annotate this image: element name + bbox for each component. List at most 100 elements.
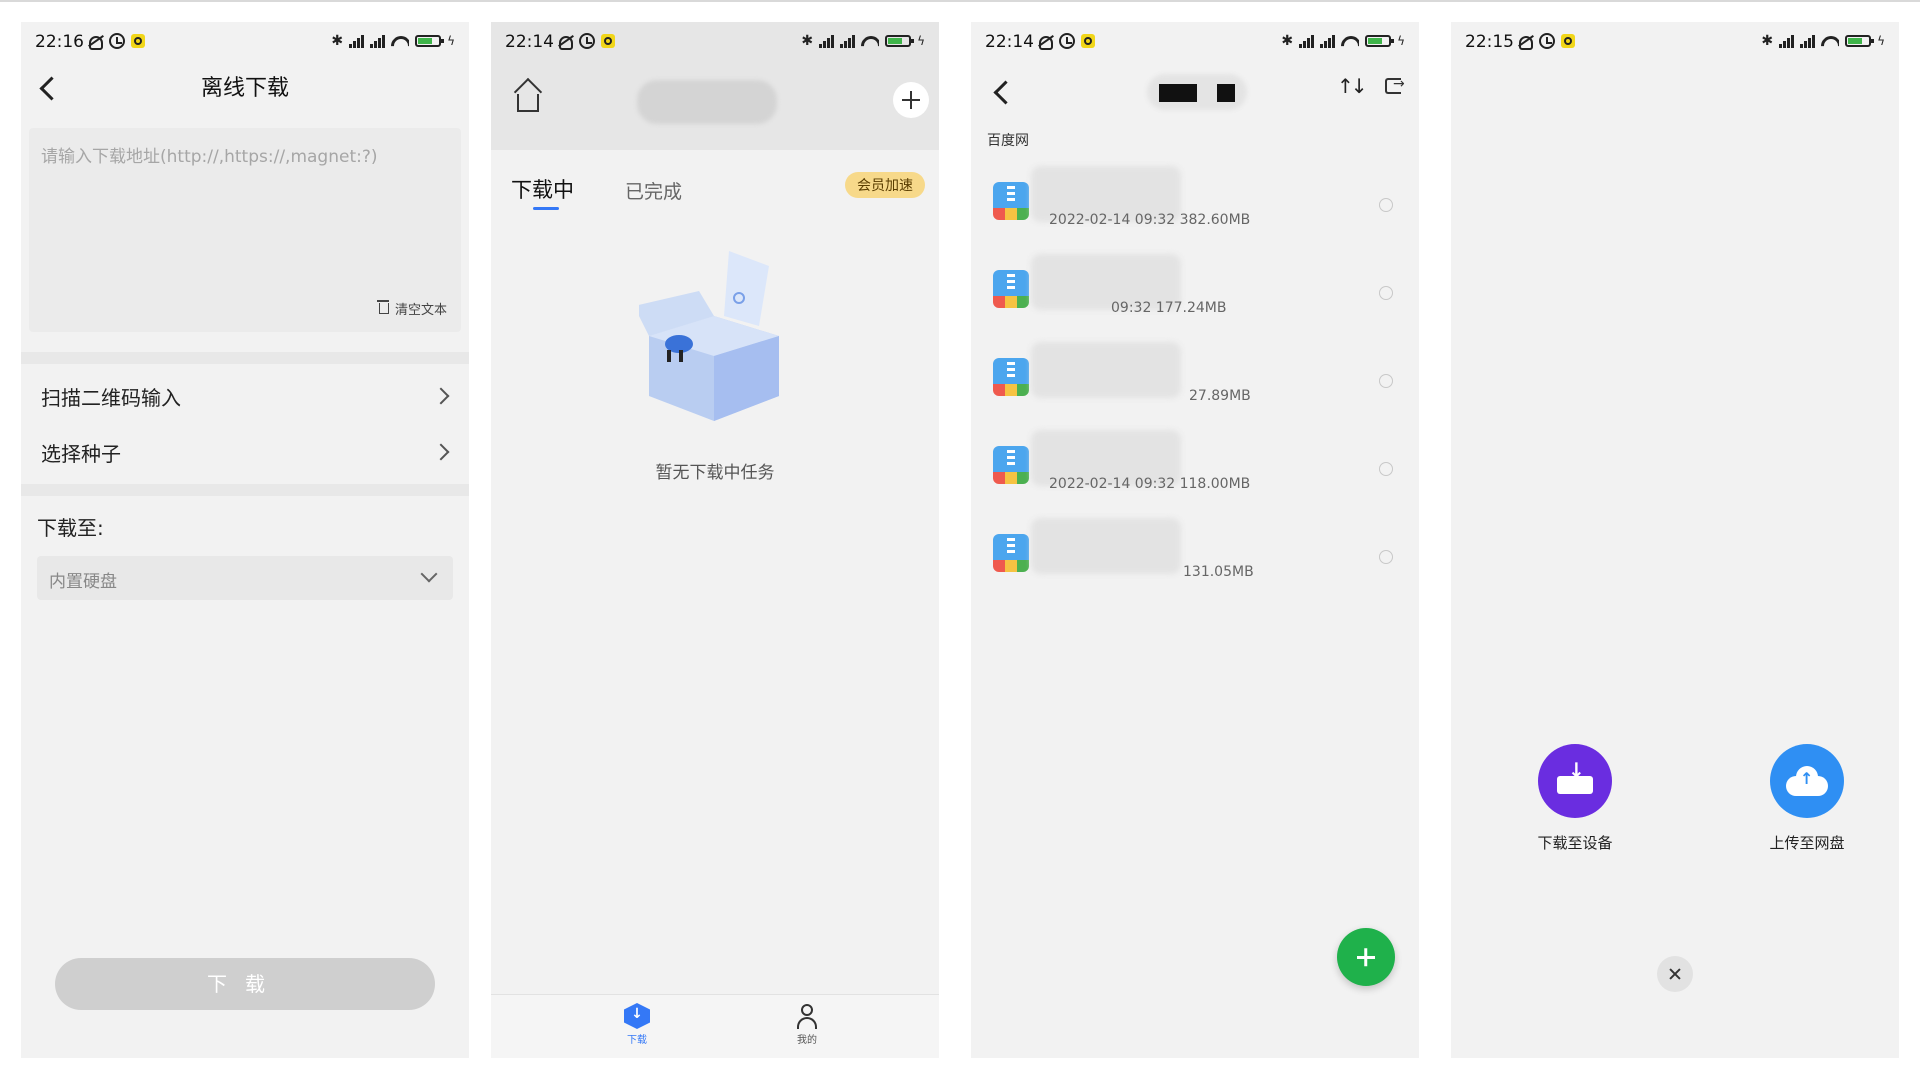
trash-icon [376, 300, 389, 314]
dnd-icon [87, 33, 103, 50]
bluetooth-icon: ✱ [1281, 33, 1294, 49]
tab-downloading[interactable]: 下载中 [511, 174, 574, 204]
wifi-icon [1821, 34, 1839, 48]
status-bar: 22:15 ✱ ϟ [1451, 22, 1899, 66]
tab-completed[interactable]: 已完成 [625, 177, 682, 204]
status-time: 22:14 [985, 32, 1034, 52]
wifi-icon [391, 34, 409, 48]
menu-item-select-torrent[interactable]: 选择种子 [21, 422, 469, 480]
nav-download[interactable]: 下载 [607, 1003, 667, 1046]
close-icon[interactable] [1657, 956, 1693, 992]
notification-icon [1561, 34, 1575, 48]
notification-icon [601, 34, 615, 48]
status-time: 22:16 [35, 32, 84, 52]
wifi-icon [1341, 34, 1359, 48]
file-meta: 2022-02-14 09:32 382.60MB [1049, 212, 1251, 228]
action-label: 上传至网盘 [1769, 834, 1845, 852]
charging-icon: ϟ [917, 34, 925, 48]
battery-icon [1845, 35, 1875, 47]
download-icon [624, 1003, 650, 1029]
status-bar: 22:14 ✱ ϟ [971, 22, 1419, 66]
download-to-label: 下载至: [37, 516, 104, 540]
storage-select[interactable]: 内置硬盘 [37, 556, 453, 600]
alarm-icon [109, 33, 125, 49]
select-radio[interactable] [1379, 286, 1393, 300]
charging-icon: ϟ [1397, 34, 1405, 48]
bluetooth-icon: ✱ [331, 33, 344, 49]
user-icon [794, 1003, 820, 1029]
list-item[interactable]: 27.89MB [971, 342, 1419, 424]
vip-speedup-badge[interactable]: 会员加速 [845, 172, 925, 198]
section-divider [21, 484, 469, 496]
offline-download-screen: 22:16 ✱ ϟ 离线下载 请输入下载地址(http://,https://,… [21, 22, 469, 1058]
download-list-screen: 22:14 ✱ ϟ 下载中 已完成 会员加速 暂无下载中任务 ↓ 下载 我的 [491, 22, 939, 1058]
upload-to-cloud-button[interactable]: ↑ 上传至网盘 [1747, 744, 1867, 853]
list-item[interactable]: 131.05MB [971, 518, 1419, 600]
redacted-file-name [1031, 518, 1181, 574]
list-item[interactable]: 09:32 177.24MB [971, 254, 1419, 336]
sort-icon[interactable]: ↑↓ [1337, 74, 1367, 98]
download-to-device-button[interactable]: 下载至设备 [1515, 744, 1635, 853]
clear-text-button[interactable]: 清空文本 [376, 299, 447, 318]
select-radio[interactable] [1379, 462, 1393, 476]
download-device-icon [1538, 744, 1612, 818]
add-icon[interactable] [893, 82, 929, 118]
chevron-right-icon [432, 443, 450, 461]
charging-icon: ϟ [1877, 34, 1885, 48]
zip-file-icon [993, 182, 1029, 220]
chevron-right-icon [432, 387, 450, 405]
battery-icon [415, 35, 445, 47]
menu-item-scan-qr[interactable]: 扫描二维码输入 [21, 366, 469, 424]
charging-icon: ϟ [447, 34, 455, 48]
empty-state-text: 暂无下载中任务 [655, 463, 775, 483]
list-item[interactable]: 2022-02-14 09:32 118.00MB [971, 430, 1419, 512]
exit-icon[interactable] [1385, 76, 1405, 94]
transfer-action-screen: 22:15 ✱ ϟ 下载至设备 ↑ 上传至网盘 [1451, 22, 1899, 1058]
select-radio[interactable] [1379, 550, 1393, 564]
back-arrow-icon[interactable] [993, 80, 1018, 105]
notification-icon [131, 34, 145, 48]
wifi-icon [861, 34, 879, 48]
bluetooth-icon: ✱ [1761, 33, 1774, 49]
menu-item-label: 扫描二维码输入 [41, 386, 181, 410]
zip-file-icon [993, 446, 1029, 484]
alarm-icon [1059, 33, 1075, 49]
signal-icon [1800, 34, 1816, 48]
url-input-placeholder: 请输入下载地址(http://,https://,magnet:?) [41, 147, 378, 167]
file-meta: 27.89MB [1189, 388, 1251, 404]
status-time: 22:14 [505, 32, 554, 52]
status-time: 22:15 [1465, 32, 1514, 52]
select-radio[interactable] [1379, 198, 1393, 212]
active-tab-indicator [533, 207, 559, 210]
home-icon[interactable] [517, 94, 539, 112]
file-meta: 09:32 177.24MB [1111, 300, 1227, 316]
file-meta: 131.05MB [1183, 564, 1254, 580]
redacted-title-block [1217, 84, 1235, 102]
chevron-down-icon [420, 565, 438, 583]
notification-icon [1081, 34, 1095, 48]
redacted-title [637, 80, 777, 124]
breadcrumb[interactable]: 百度网 [987, 130, 1029, 150]
storage-select-value: 内置硬盘 [49, 572, 117, 592]
alarm-icon [579, 33, 595, 49]
redacted-title-block [1159, 84, 1197, 102]
url-input[interactable]: 请输入下载地址(http://,https://,magnet:?) 清空文本 [29, 128, 461, 332]
menu-item-label: 选择种子 [41, 442, 121, 466]
alarm-icon [1539, 33, 1555, 49]
nav-profile[interactable]: 我的 [777, 1003, 837, 1046]
bottom-nav: 下载 我的 [491, 994, 939, 1058]
zip-file-icon [993, 534, 1029, 572]
empty-box-illustration [639, 251, 779, 421]
page-title: 离线下载 [200, 76, 289, 101]
list-item[interactable]: 2022-02-14 09:32 382.60MB [971, 166, 1419, 248]
signal-icon [1320, 34, 1336, 48]
cloud-upload-icon: ↑ [1770, 744, 1844, 818]
select-radio[interactable] [1379, 374, 1393, 388]
action-label: 下载至设备 [1537, 834, 1613, 852]
nav-label: 我的 [797, 1035, 817, 1046]
zip-file-icon [993, 270, 1029, 308]
add-fab-button[interactable] [1337, 928, 1395, 986]
download-button[interactable]: 下载 [55, 958, 435, 1010]
battery-icon [885, 35, 915, 47]
status-bar: 22:16 ✱ ϟ [21, 22, 469, 66]
